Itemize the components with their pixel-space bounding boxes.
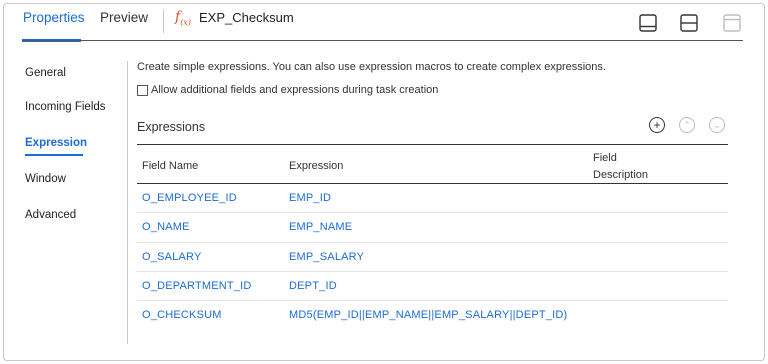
allow-additional-fields-checkbox[interactable] <box>137 84 148 96</box>
expression-cell[interactable]: DEPT_ID <box>289 280 337 292</box>
column-header-description: Description <box>593 169 649 181</box>
column-header-field: Field <box>593 152 617 164</box>
expression-cell[interactable]: EMP_SALARY <box>289 251 364 263</box>
layout-split-icon[interactable] <box>679 13 699 33</box>
column-header-field-name: Field Name <box>142 160 199 172</box>
nav-divider <box>127 61 128 344</box>
field-name-cell[interactable]: O_CHECKSUM <box>142 309 222 321</box>
tab-preview[interactable]: Preview <box>99 10 149 25</box>
field-name-cell[interactable]: O_DEPARTMENT_ID <box>142 280 252 292</box>
table-header: Field Name Expression Field Description <box>137 144 728 184</box>
nav-active-indicator <box>25 154 83 156</box>
move-down-button[interactable]: ⌄ <box>709 117 725 133</box>
nav-item-expression[interactable]: Expression <box>25 137 87 149</box>
plus-icon: + <box>653 118 661 132</box>
layout-top-panel-icon[interactable] <box>722 13 742 33</box>
table-row[interactable]: O_CHECKSUM MD5(EMP_ID||EMP_NAME||EMP_SALA… <box>137 301 728 330</box>
nav-item-window[interactable]: Window <box>25 173 66 185</box>
chevron-up-icon: ⌃ <box>683 120 691 130</box>
expressions-section-title: Expressions <box>137 120 206 134</box>
panel-header: Properties Preview f(x) EXP_Checksum <box>4 4 764 42</box>
table-body: O_EMPLOYEE_ID EMP_ID O_NAME EMP_NAME O_SALAR… <box>137 184 728 330</box>
nav-item-advanced[interactable]: Advanced <box>25 209 76 221</box>
header-divider <box>22 40 743 41</box>
tab-properties[interactable]: Properties <box>22 10 86 25</box>
fx-expression-icon: f(x) <box>175 9 191 27</box>
expression-cell[interactable]: EMP_NAME <box>289 221 352 233</box>
table-row[interactable]: O_NAME EMP_NAME <box>137 213 728 243</box>
table-row[interactable]: O_EMPLOYEE_ID EMP_ID <box>137 184 728 214</box>
header-separator <box>163 9 164 33</box>
object-title: EXP_Checksum <box>199 10 294 25</box>
table-row[interactable]: O_SALARY EMP_SALARY <box>137 243 728 272</box>
add-expression-button[interactable]: + <box>649 117 665 133</box>
layout-bottom-panel-icon[interactable] <box>638 13 658 33</box>
field-name-cell[interactable]: O_SALARY <box>142 251 201 263</box>
column-header-expression: Expression <box>289 160 344 172</box>
nav-item-incoming-fields[interactable]: Incoming Fields <box>25 101 106 113</box>
table-row[interactable]: O_DEPARTMENT_ID DEPT_ID <box>137 272 728 302</box>
field-name-cell[interactable]: O_NAME <box>142 221 190 233</box>
expressions-table: Field Name Expression Field Description … <box>137 144 728 330</box>
expression-cell[interactable]: MD5(EMP_ID||EMP_NAME||EMP_SALARY||DEPT_I… <box>289 309 567 321</box>
chevron-down-icon: ⌄ <box>713 120 721 130</box>
field-name-cell[interactable]: O_EMPLOYEE_ID <box>142 192 237 204</box>
expression-cell[interactable]: EMP_ID <box>289 192 331 204</box>
move-up-button[interactable]: ⌃ <box>679 117 695 133</box>
nav-item-general[interactable]: General <box>25 67 66 79</box>
allow-additional-fields-label[interactable]: Allow additional fields and expressions … <box>151 84 438 96</box>
expression-description: Create simple expressions. You can also … <box>137 61 606 73</box>
allow-additional-fields-row: Allow additional fields and expressions … <box>137 84 438 96</box>
properties-panel: Properties Preview f(x) EXP_Checksum Gen… <box>3 3 765 361</box>
